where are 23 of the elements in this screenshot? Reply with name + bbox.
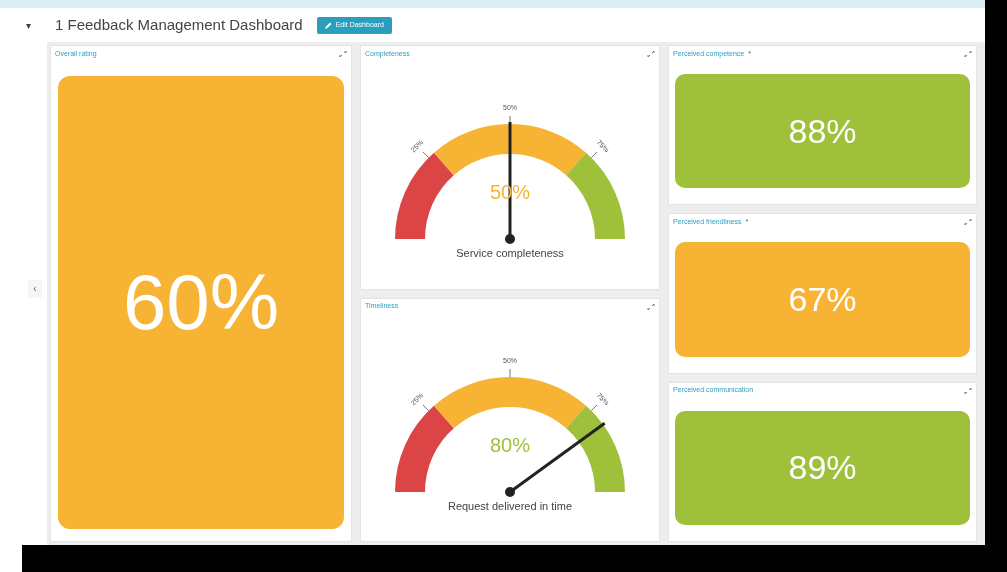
tick-mark — [509, 368, 511, 377]
expand-icon[interactable] — [964, 386, 972, 395]
score-value: 60% — [122, 257, 280, 348]
caret-icon[interactable]: ▾ — [26, 17, 46, 33]
tick-mark — [422, 404, 430, 411]
expand-icon[interactable] — [964, 50, 972, 58]
score-value: 89% — [788, 447, 857, 489]
score-value: 67% — [788, 279, 857, 320]
expand-icon[interactable] — [964, 218, 972, 227]
collapse-button[interactable]: ‹ — [28, 279, 42, 298]
tick-mark — [590, 151, 598, 159]
score-value: 88% — [788, 110, 857, 152]
tick-mark — [509, 115, 511, 125]
expand-icon[interactable] — [647, 50, 655, 58]
gauge-caption: Request delivered in time — [447, 498, 573, 514]
gauge-caption: Service completeness — [456, 246, 564, 261]
pencil-icon — [324, 21, 332, 29]
gauge-value: 80% — [490, 433, 530, 456]
expand-icon[interactable] — [339, 50, 347, 58]
tick-mark — [590, 404, 598, 411]
expand-icon[interactable] — [647, 302, 655, 311]
tick-mark — [422, 151, 430, 159]
dashboard-title: 1 Feedback Management Dashboard — [55, 14, 303, 35]
